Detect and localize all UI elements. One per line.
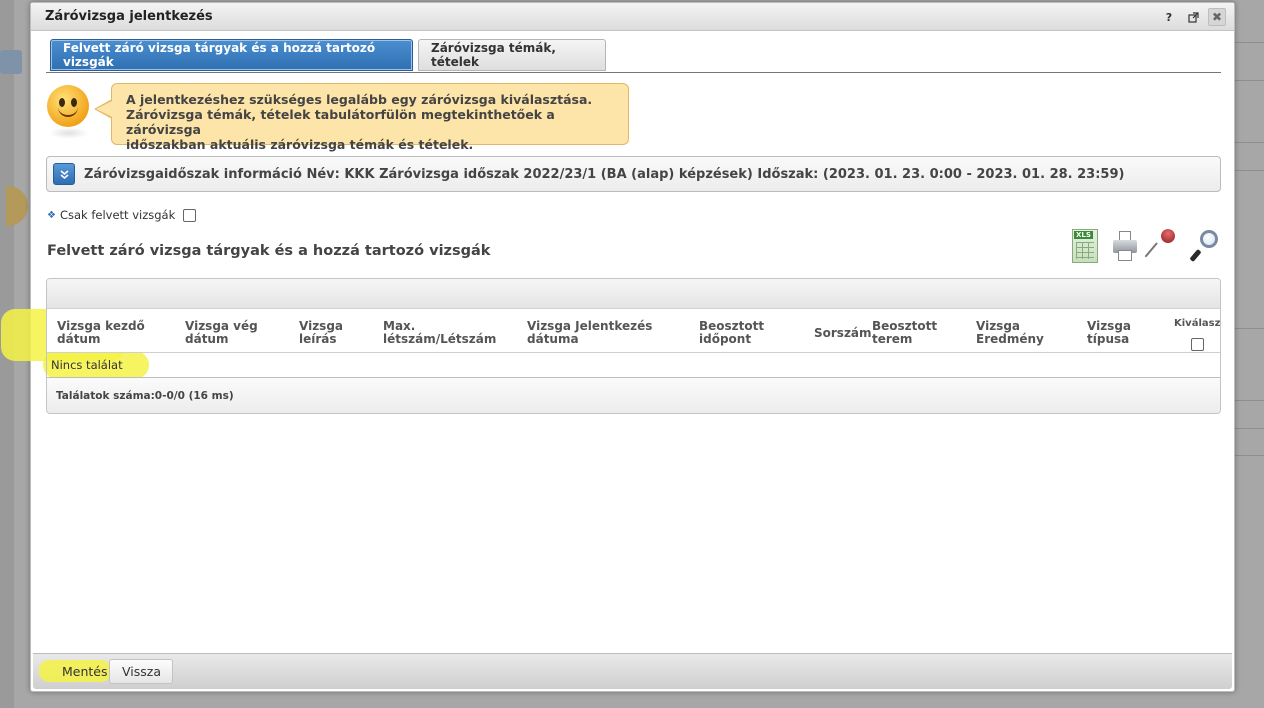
- exam-grid: Vizsga kezdő dátum Vizsga vég dátum Vizsga…: [46, 278, 1221, 414]
- section-title: Felvett záró vizsga tárgyak és a hozzá t…: [47, 243, 491, 259]
- excel-export-label: XLS: [1074, 231, 1093, 239]
- col-exam-type[interactable]: Vizsga típusa: [1087, 320, 1131, 346]
- select-all-checkbox[interactable]: [1191, 338, 1204, 351]
- grid-top-bar: [47, 279, 1220, 309]
- print-icon[interactable]: [1112, 229, 1138, 263]
- enrolled-only-checkbox[interactable]: [183, 208, 197, 222]
- background-divider: [1234, 328, 1264, 329]
- col-exam-result[interactable]: Vizsga Eredmény: [976, 320, 1044, 346]
- save-button[interactable]: Mentés: [37, 659, 109, 684]
- smiley-icon: [47, 85, 89, 127]
- background-divider: [1234, 142, 1264, 143]
- title-bar-controls: ? ✖: [1160, 8, 1226, 26]
- background-divider: [1234, 455, 1264, 456]
- grid-toolbar: XLS: [1072, 226, 1218, 263]
- dialog-title-bar: Záróvizsga jelentkezés: [31, 3, 1234, 31]
- col-max-headcount[interactable]: Max. létszám/Létszám: [383, 320, 496, 346]
- smiley-shadow: [49, 127, 89, 139]
- enrolled-only-filter: ❖ Csak felvett vizsgák: [47, 208, 197, 222]
- exam-period-info-text: Záróvizsgaidőszak információ Név: KKK Zá…: [84, 166, 1125, 182]
- grid-empty-row: Nincs találat: [47, 353, 1220, 378]
- hint-bubble: A jelentkezéshez szükséges legalább egy …: [111, 83, 629, 152]
- hint-line-3: időszakban aktuális záróvizsga témák és …: [126, 137, 474, 152]
- tab-bar: Felvett záró vizsga tárgyak és a hozzá t…: [46, 39, 1221, 73]
- diamond-icon: ❖: [47, 209, 56, 221]
- enrolled-only-label: Csak felvett vizsgák: [59, 208, 176, 222]
- grid-header-row: Vizsga kezdő dátum Vizsga vég dátum Vizsga…: [47, 309, 1220, 353]
- hint-bubble-tail-fill: [96, 101, 112, 117]
- background-button: [0, 50, 22, 74]
- hint-line-2: Záróvizsga témák, tételek tabulátorfülön…: [126, 107, 555, 137]
- col-exam-description[interactable]: Vizsga leírás: [299, 320, 343, 346]
- col-exam-start-date[interactable]: Vizsga kezdő dátum: [57, 320, 145, 346]
- close-icon[interactable]: ✖: [1208, 8, 1226, 26]
- col-select: Kiválaszt: [1174, 317, 1220, 355]
- dialog-title: Záróvizsga jelentkezés: [45, 9, 213, 24]
- help-icon[interactable]: ?: [1160, 8, 1178, 26]
- dialog-footer: Mentés Vissza: [33, 653, 1232, 689]
- grid-footer: Találatok száma:0-0/0 (16 ms): [47, 378, 1220, 413]
- background-divider: [1234, 42, 1264, 43]
- excel-export-icon[interactable]: XLS: [1072, 229, 1098, 263]
- tab-exam-topics[interactable]: Záróvizsga témák, tételek: [418, 39, 606, 71]
- background-divider: [1234, 170, 1264, 171]
- col-registration-date[interactable]: Vizsga Jelentkezés dátuma: [527, 320, 652, 346]
- expand-chevron-icon[interactable]: [53, 163, 75, 185]
- pin-icon[interactable]: [1144, 226, 1178, 263]
- hint-line-1: A jelentkezéshez szükséges legalább egy …: [126, 92, 593, 107]
- exam-period-info-bar: Záróvizsgaidőszak információ Név: KKK Zá…: [46, 156, 1221, 192]
- col-exam-end-date[interactable]: Vizsga vég dátum: [185, 320, 258, 346]
- background-divider: [1234, 400, 1264, 401]
- tab-enrolled-exams[interactable]: Felvett záró vizsga tárgyak és a hozzá t…: [50, 39, 413, 71]
- popout-icon[interactable]: [1184, 8, 1202, 26]
- background-divider: [1234, 80, 1264, 81]
- col-assigned-room[interactable]: Beosztott terem: [872, 320, 937, 346]
- no-results-text: Nincs találat: [51, 358, 123, 372]
- search-icon[interactable]: [1189, 229, 1218, 263]
- back-button[interactable]: Vissza: [109, 659, 173, 684]
- background-divider: [1234, 428, 1264, 429]
- col-sequence-number[interactable]: Sorszám: [814, 327, 872, 340]
- result-count-text: Találatok száma:0-0/0 (16 ms): [56, 390, 234, 402]
- exam-registration-dialog: Záróvizsga jelentkezés ? ✖ Felvett záró …: [1, 2, 1235, 692]
- col-assigned-time[interactable]: Beosztott időpont: [699, 320, 764, 346]
